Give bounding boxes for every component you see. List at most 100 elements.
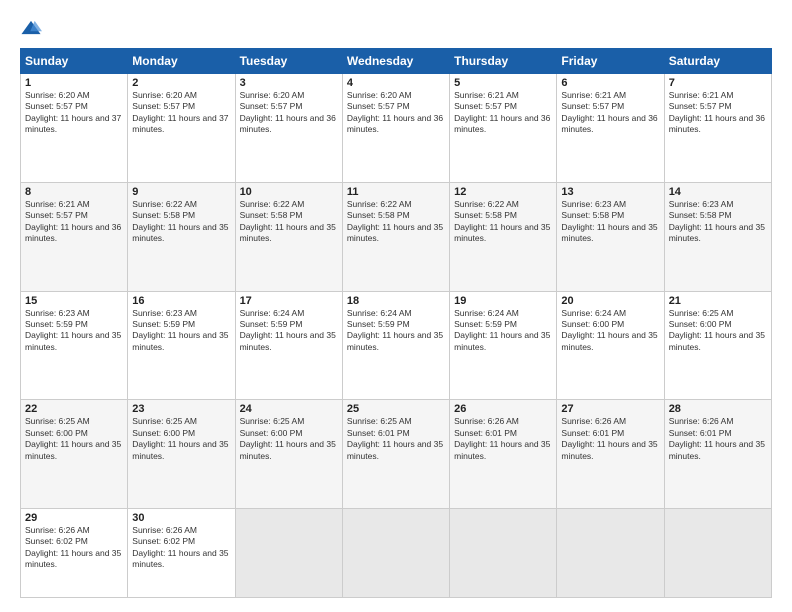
day-number: 29 (25, 512, 123, 524)
day-info: Sunrise: 6:23 AM Sunset: 5:58 PM Dayligh… (561, 199, 659, 245)
day-number: 9 (132, 186, 230, 198)
weekday-header: Sunday (21, 49, 128, 74)
day-number: 16 (132, 295, 230, 307)
day-info: Sunrise: 6:22 AM Sunset: 5:58 PM Dayligh… (347, 199, 445, 245)
calendar-cell: 9 Sunrise: 6:22 AM Sunset: 5:58 PM Dayli… (128, 182, 235, 291)
day-number: 10 (240, 186, 338, 198)
calendar-header: SundayMondayTuesdayWednesdayThursdayFrid… (21, 49, 772, 74)
calendar-cell: 10 Sunrise: 6:22 AM Sunset: 5:58 PM Dayl… (235, 182, 342, 291)
calendar-cell (557, 509, 664, 598)
day-info: Sunrise: 6:25 AM Sunset: 6:00 PM Dayligh… (132, 416, 230, 462)
day-number: 23 (132, 403, 230, 415)
day-number: 15 (25, 295, 123, 307)
day-info: Sunrise: 6:25 AM Sunset: 6:00 PM Dayligh… (25, 416, 123, 462)
day-number: 21 (669, 295, 767, 307)
day-number: 27 (561, 403, 659, 415)
day-number: 2 (132, 77, 230, 89)
day-info: Sunrise: 6:24 AM Sunset: 5:59 PM Dayligh… (347, 308, 445, 354)
calendar-cell: 13 Sunrise: 6:23 AM Sunset: 5:58 PM Dayl… (557, 182, 664, 291)
calendar-cell: 2 Sunrise: 6:20 AM Sunset: 5:57 PM Dayli… (128, 74, 235, 183)
calendar-cell: 14 Sunrise: 6:23 AM Sunset: 5:58 PM Dayl… (664, 182, 771, 291)
day-number: 3 (240, 77, 338, 89)
calendar-cell: 7 Sunrise: 6:21 AM Sunset: 5:57 PM Dayli… (664, 74, 771, 183)
calendar-cell: 21 Sunrise: 6:25 AM Sunset: 6:00 PM Dayl… (664, 291, 771, 400)
calendar-cell: 26 Sunrise: 6:26 AM Sunset: 6:01 PM Dayl… (450, 400, 557, 509)
calendar-cell: 22 Sunrise: 6:25 AM Sunset: 6:00 PM Dayl… (21, 400, 128, 509)
calendar-cell: 4 Sunrise: 6:20 AM Sunset: 5:57 PM Dayli… (342, 74, 449, 183)
calendar-cell: 3 Sunrise: 6:20 AM Sunset: 5:57 PM Dayli… (235, 74, 342, 183)
day-number: 24 (240, 403, 338, 415)
calendar-cell (235, 509, 342, 598)
day-number: 5 (454, 77, 552, 89)
calendar-cell: 27 Sunrise: 6:26 AM Sunset: 6:01 PM Dayl… (557, 400, 664, 509)
calendar-cell: 1 Sunrise: 6:20 AM Sunset: 5:57 PM Dayli… (21, 74, 128, 183)
day-info: Sunrise: 6:26 AM Sunset: 6:01 PM Dayligh… (669, 416, 767, 462)
day-number: 11 (347, 186, 445, 198)
weekday-header: Friday (557, 49, 664, 74)
day-info: Sunrise: 6:21 AM Sunset: 5:57 PM Dayligh… (561, 90, 659, 136)
weekday-header: Tuesday (235, 49, 342, 74)
calendar-row: 29 Sunrise: 6:26 AM Sunset: 6:02 PM Dayl… (21, 509, 772, 598)
calendar-cell: 25 Sunrise: 6:25 AM Sunset: 6:01 PM Dayl… (342, 400, 449, 509)
day-info: Sunrise: 6:21 AM Sunset: 5:57 PM Dayligh… (454, 90, 552, 136)
day-info: Sunrise: 6:20 AM Sunset: 5:57 PM Dayligh… (132, 90, 230, 136)
day-info: Sunrise: 6:25 AM Sunset: 6:01 PM Dayligh… (347, 416, 445, 462)
day-number: 12 (454, 186, 552, 198)
day-number: 7 (669, 77, 767, 89)
calendar-body: 1 Sunrise: 6:20 AM Sunset: 5:57 PM Dayli… (21, 74, 772, 598)
day-number: 28 (669, 403, 767, 415)
calendar-cell: 18 Sunrise: 6:24 AM Sunset: 5:59 PM Dayl… (342, 291, 449, 400)
day-number: 17 (240, 295, 338, 307)
day-number: 14 (669, 186, 767, 198)
calendar-cell: 17 Sunrise: 6:24 AM Sunset: 5:59 PM Dayl… (235, 291, 342, 400)
weekday-header: Thursday (450, 49, 557, 74)
day-number: 22 (25, 403, 123, 415)
calendar-cell: 8 Sunrise: 6:21 AM Sunset: 5:57 PM Dayli… (21, 182, 128, 291)
day-info: Sunrise: 6:23 AM Sunset: 5:59 PM Dayligh… (25, 308, 123, 354)
day-info: Sunrise: 6:23 AM Sunset: 5:59 PM Dayligh… (132, 308, 230, 354)
weekday-header: Wednesday (342, 49, 449, 74)
day-info: Sunrise: 6:26 AM Sunset: 6:01 PM Dayligh… (561, 416, 659, 462)
day-info: Sunrise: 6:25 AM Sunset: 6:00 PM Dayligh… (669, 308, 767, 354)
day-info: Sunrise: 6:24 AM Sunset: 6:00 PM Dayligh… (561, 308, 659, 354)
day-info: Sunrise: 6:23 AM Sunset: 5:58 PM Dayligh… (669, 199, 767, 245)
day-info: Sunrise: 6:20 AM Sunset: 5:57 PM Dayligh… (25, 90, 123, 136)
day-info: Sunrise: 6:26 AM Sunset: 6:01 PM Dayligh… (454, 416, 552, 462)
day-number: 25 (347, 403, 445, 415)
day-info: Sunrise: 6:26 AM Sunset: 6:02 PM Dayligh… (132, 525, 230, 571)
calendar-row: 1 Sunrise: 6:20 AM Sunset: 5:57 PM Dayli… (21, 74, 772, 183)
day-info: Sunrise: 6:20 AM Sunset: 5:57 PM Dayligh… (240, 90, 338, 136)
calendar-cell: 15 Sunrise: 6:23 AM Sunset: 5:59 PM Dayl… (21, 291, 128, 400)
day-number: 19 (454, 295, 552, 307)
day-number: 18 (347, 295, 445, 307)
day-info: Sunrise: 6:26 AM Sunset: 6:02 PM Dayligh… (25, 525, 123, 571)
logo (20, 18, 46, 40)
day-number: 1 (25, 77, 123, 89)
calendar-row: 15 Sunrise: 6:23 AM Sunset: 5:59 PM Dayl… (21, 291, 772, 400)
day-info: Sunrise: 6:22 AM Sunset: 5:58 PM Dayligh… (240, 199, 338, 245)
calendar-cell: 29 Sunrise: 6:26 AM Sunset: 6:02 PM Dayl… (21, 509, 128, 598)
calendar-cell: 12 Sunrise: 6:22 AM Sunset: 5:58 PM Dayl… (450, 182, 557, 291)
calendar-cell: 30 Sunrise: 6:26 AM Sunset: 6:02 PM Dayl… (128, 509, 235, 598)
day-number: 30 (132, 512, 230, 524)
calendar-cell: 11 Sunrise: 6:22 AM Sunset: 5:58 PM Dayl… (342, 182, 449, 291)
calendar-row: 22 Sunrise: 6:25 AM Sunset: 6:00 PM Dayl… (21, 400, 772, 509)
calendar-cell (342, 509, 449, 598)
top-section (20, 18, 772, 40)
day-number: 26 (454, 403, 552, 415)
calendar-cell: 16 Sunrise: 6:23 AM Sunset: 5:59 PM Dayl… (128, 291, 235, 400)
calendar-cell (664, 509, 771, 598)
calendar: SundayMondayTuesdayWednesdayThursdayFrid… (20, 48, 772, 598)
calendar-cell: 5 Sunrise: 6:21 AM Sunset: 5:57 PM Dayli… (450, 74, 557, 183)
day-info: Sunrise: 6:24 AM Sunset: 5:59 PM Dayligh… (454, 308, 552, 354)
calendar-cell: 19 Sunrise: 6:24 AM Sunset: 5:59 PM Dayl… (450, 291, 557, 400)
calendar-row: 8 Sunrise: 6:21 AM Sunset: 5:57 PM Dayli… (21, 182, 772, 291)
calendar-cell: 20 Sunrise: 6:24 AM Sunset: 6:00 PM Dayl… (557, 291, 664, 400)
day-number: 8 (25, 186, 123, 198)
day-info: Sunrise: 6:25 AM Sunset: 6:00 PM Dayligh… (240, 416, 338, 462)
calendar-cell: 23 Sunrise: 6:25 AM Sunset: 6:00 PM Dayl… (128, 400, 235, 509)
page: SundayMondayTuesdayWednesdayThursdayFrid… (0, 0, 792, 612)
day-number: 6 (561, 77, 659, 89)
logo-icon (20, 18, 42, 40)
weekday-header: Saturday (664, 49, 771, 74)
